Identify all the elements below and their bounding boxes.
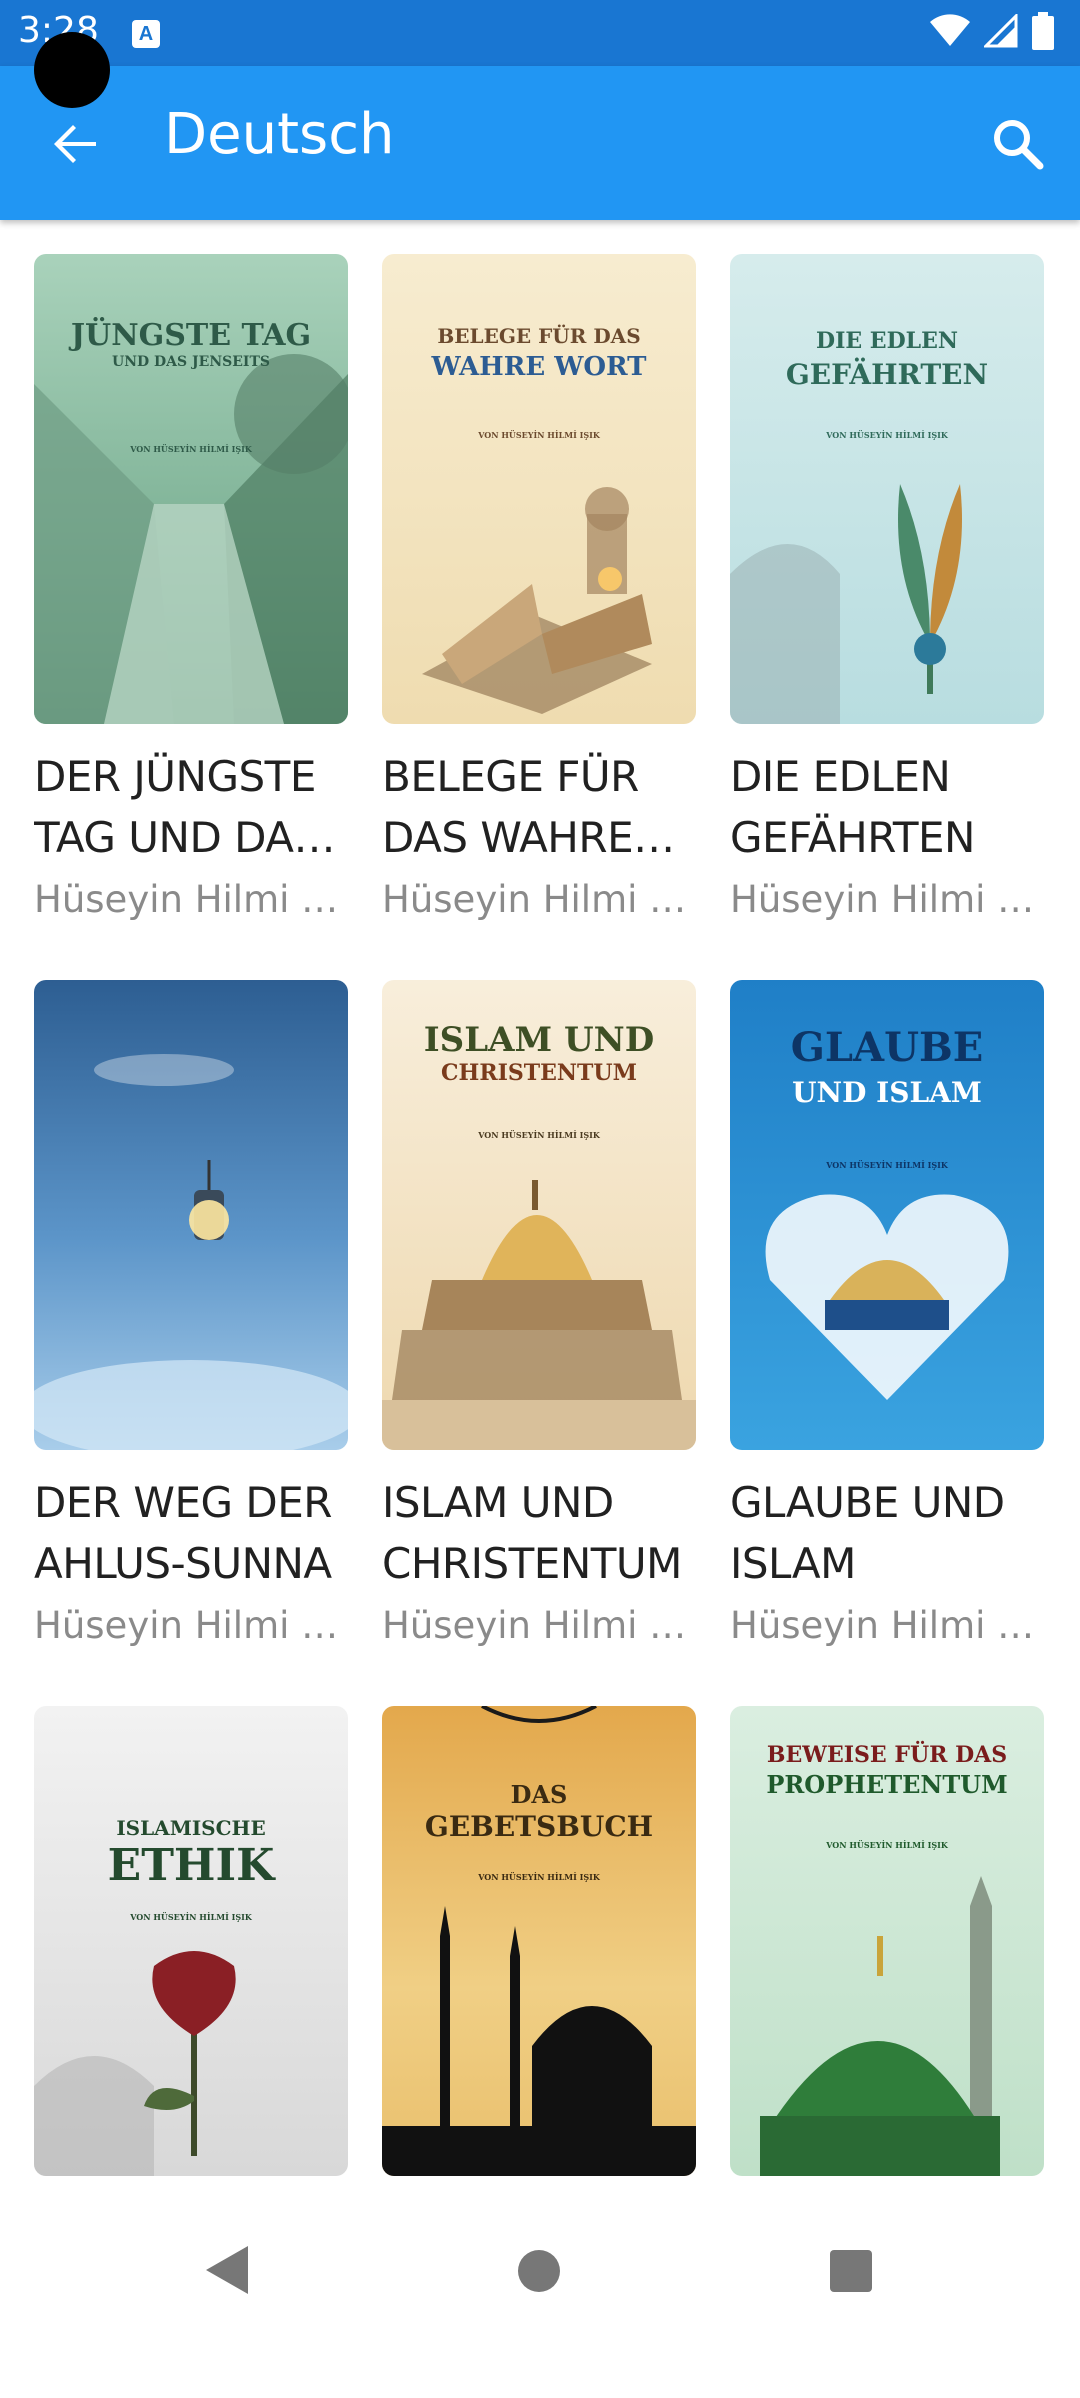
mosque-silhouette-illustration	[382, 1706, 696, 2176]
wifi-icon	[930, 14, 970, 46]
cover-title-2: ETHIK	[107, 1840, 275, 1891]
book-author: Hüseyin Hilmi Işık	[730, 878, 1044, 921]
page-title: Deutsch	[164, 102, 395, 167]
book-card[interactable]: BELEGE FÜR DAS WAHRE WORT VON HÜSEYİN Hİ…	[382, 254, 696, 946]
cover-title-2: UND ISLAM	[792, 1076, 982, 1109]
book-author: Hüseyin Hilmi Işık	[382, 1604, 696, 1647]
app-bar: Deutsch	[0, 66, 1080, 220]
cover-title-1: BEWEISE FÜR DAS	[766, 1742, 1008, 1768]
book-card[interactable]: ISLAM UND CHRISTENTUM VON HÜSEYİN HİLMİ …	[382, 980, 696, 1672]
cover-title-1: DIE EDLEN	[816, 328, 958, 354]
status-icons	[930, 12, 1054, 50]
book-title: DIE EDLEN GEFÄHRTEN	[730, 752, 975, 862]
cover-title-1: BELEGE FÜR DAS	[437, 324, 641, 348]
book-card[interactable]: DER WEG DER AHLUS-SUNNA Hüseyin Hilmi Iş…	[34, 980, 348, 1672]
tulip-illustration	[730, 484, 962, 724]
system-navigation-bar	[0, 2202, 1080, 2340]
nav-back-icon[interactable]	[204, 2244, 250, 2296]
cover-author: VON HÜSEYİN HİLMİ IŞIK	[478, 430, 600, 440]
cell-signal-icon	[984, 14, 1018, 48]
book-author: Hüseyin Hilmi Işık	[34, 1604, 348, 1647]
book-cover[interactable]: GLAUBE UND ISLAM VON HÜSEYİN HİLMİ IŞIK	[730, 980, 1044, 1450]
lantern-illustration	[34, 1054, 348, 1450]
book-cover[interactable]: ISLAMISCHE ETHIK VON HÜSEYİN HİLMİ IŞIK	[34, 1706, 348, 2176]
camera-cutout	[34, 32, 110, 108]
book-card[interactable]: DIE EDLEN GEFÄHRTEN VON HÜSEYİN HİLMİ IŞ…	[730, 254, 1044, 946]
book-author: Hüseyin Hilmi Işık	[730, 1604, 1044, 1647]
cover-author: VON HÜSEYİN HİLMİ IŞIK	[826, 1840, 948, 1850]
cover-title-1: ISLAMISCHE	[116, 1816, 266, 1840]
cover-author: VON HÜSEYİN HİLMİ IŞIK	[826, 430, 948, 440]
book-cover[interactable]: ISLAM UND CHRISTENTUM VON HÜSEYİN HİLMİ …	[382, 980, 696, 1450]
book-title: BELEGE FÜR DAS WAHRE WORT	[382, 752, 639, 862]
cover-title-2: UND DAS JENSEITS	[112, 354, 270, 370]
book-grid: JÜNGSTE TAG UND DAS JENSEITS VON HÜSEYİN…	[34, 254, 1046, 2398]
book-title: DER JÜNGSTE TAG UND DAS JENSEITS	[34, 752, 320, 862]
book-card[interactable]: GLAUBE UND ISLAM VON HÜSEYİN HİLMİ IŞIK …	[730, 980, 1044, 1672]
search-icon[interactable]	[986, 112, 1050, 176]
cover-title-1: JÜNGSTE TAG	[70, 318, 312, 353]
cover-title-2: PROPHETENTUM	[766, 1770, 1008, 1799]
notification-app-icon: A	[132, 20, 160, 48]
cover-title-2: WAHRE WORT	[431, 352, 647, 382]
book-cover[interactable]: BELEGE FÜR DAS WAHRE WORT VON HÜSEYİN Hİ…	[382, 254, 696, 724]
book-card[interactable]: JÜNGSTE TAG UND DAS JENSEITS VON HÜSEYİN…	[34, 254, 348, 946]
rose-illustration	[34, 1951, 236, 2176]
battery-icon	[1032, 12, 1054, 50]
book-cover[interactable]: BEWEISE FÜR DAS PROPHETENTUM VON HÜSEYİN…	[730, 1706, 1044, 2176]
cover-title-1: GLAUBE	[790, 1024, 984, 1071]
cover-author: VON HÜSEYİN HİLMİ IŞIK	[130, 444, 252, 454]
back-arrow-icon[interactable]	[44, 112, 108, 176]
cover-title-1: ISLAM UND	[423, 1020, 655, 1060]
book-author: Hüseyin Hilmi Işık	[382, 878, 696, 921]
book-author: Hüseyin Hilmi Işık	[34, 878, 348, 921]
book-cover[interactable]: DAS GEBETSBUCH VON HÜSEYİN HİLMİ IŞIK	[382, 1706, 696, 2176]
nav-home-icon[interactable]	[518, 2250, 560, 2292]
book-title: ISLAM UND CHRISTENTUM	[382, 1478, 682, 1588]
status-bar: 3:28 A	[0, 0, 1080, 66]
cover-title-2: GEBETSBUCH	[424, 1810, 654, 1843]
cover-author: VON HÜSEYİN HİLMİ IŞIK	[478, 1872, 600, 1882]
cover-title-2: CHRISTENTUM	[441, 1060, 637, 1086]
book-title: GLAUBE UND ISLAM	[730, 1478, 1005, 1588]
cover-title-1: DAS	[510, 1780, 568, 1809]
book-cover[interactable]: JÜNGSTE TAG UND DAS JENSEITS VON HÜSEYİN…	[34, 254, 348, 724]
book-title: DER WEG DER AHLUS-SUNNA	[34, 1478, 332, 1588]
cover-author: VON HÜSEYİN HİLMİ IŞIK	[130, 1912, 252, 1922]
cover-author: VON HÜSEYİN HİLMİ IŞIK	[478, 1130, 600, 1140]
book-cover[interactable]: DIE EDLEN GEFÄHRTEN VON HÜSEYİN HİLMİ IŞ…	[730, 254, 1044, 724]
cover-author: VON HÜSEYİN HİLMİ IŞIK	[826, 1160, 948, 1170]
book-cover[interactable]	[34, 980, 348, 1450]
nav-recents-icon[interactable]	[830, 2250, 872, 2292]
cover-title-2: GEFÄHRTEN	[785, 358, 989, 391]
